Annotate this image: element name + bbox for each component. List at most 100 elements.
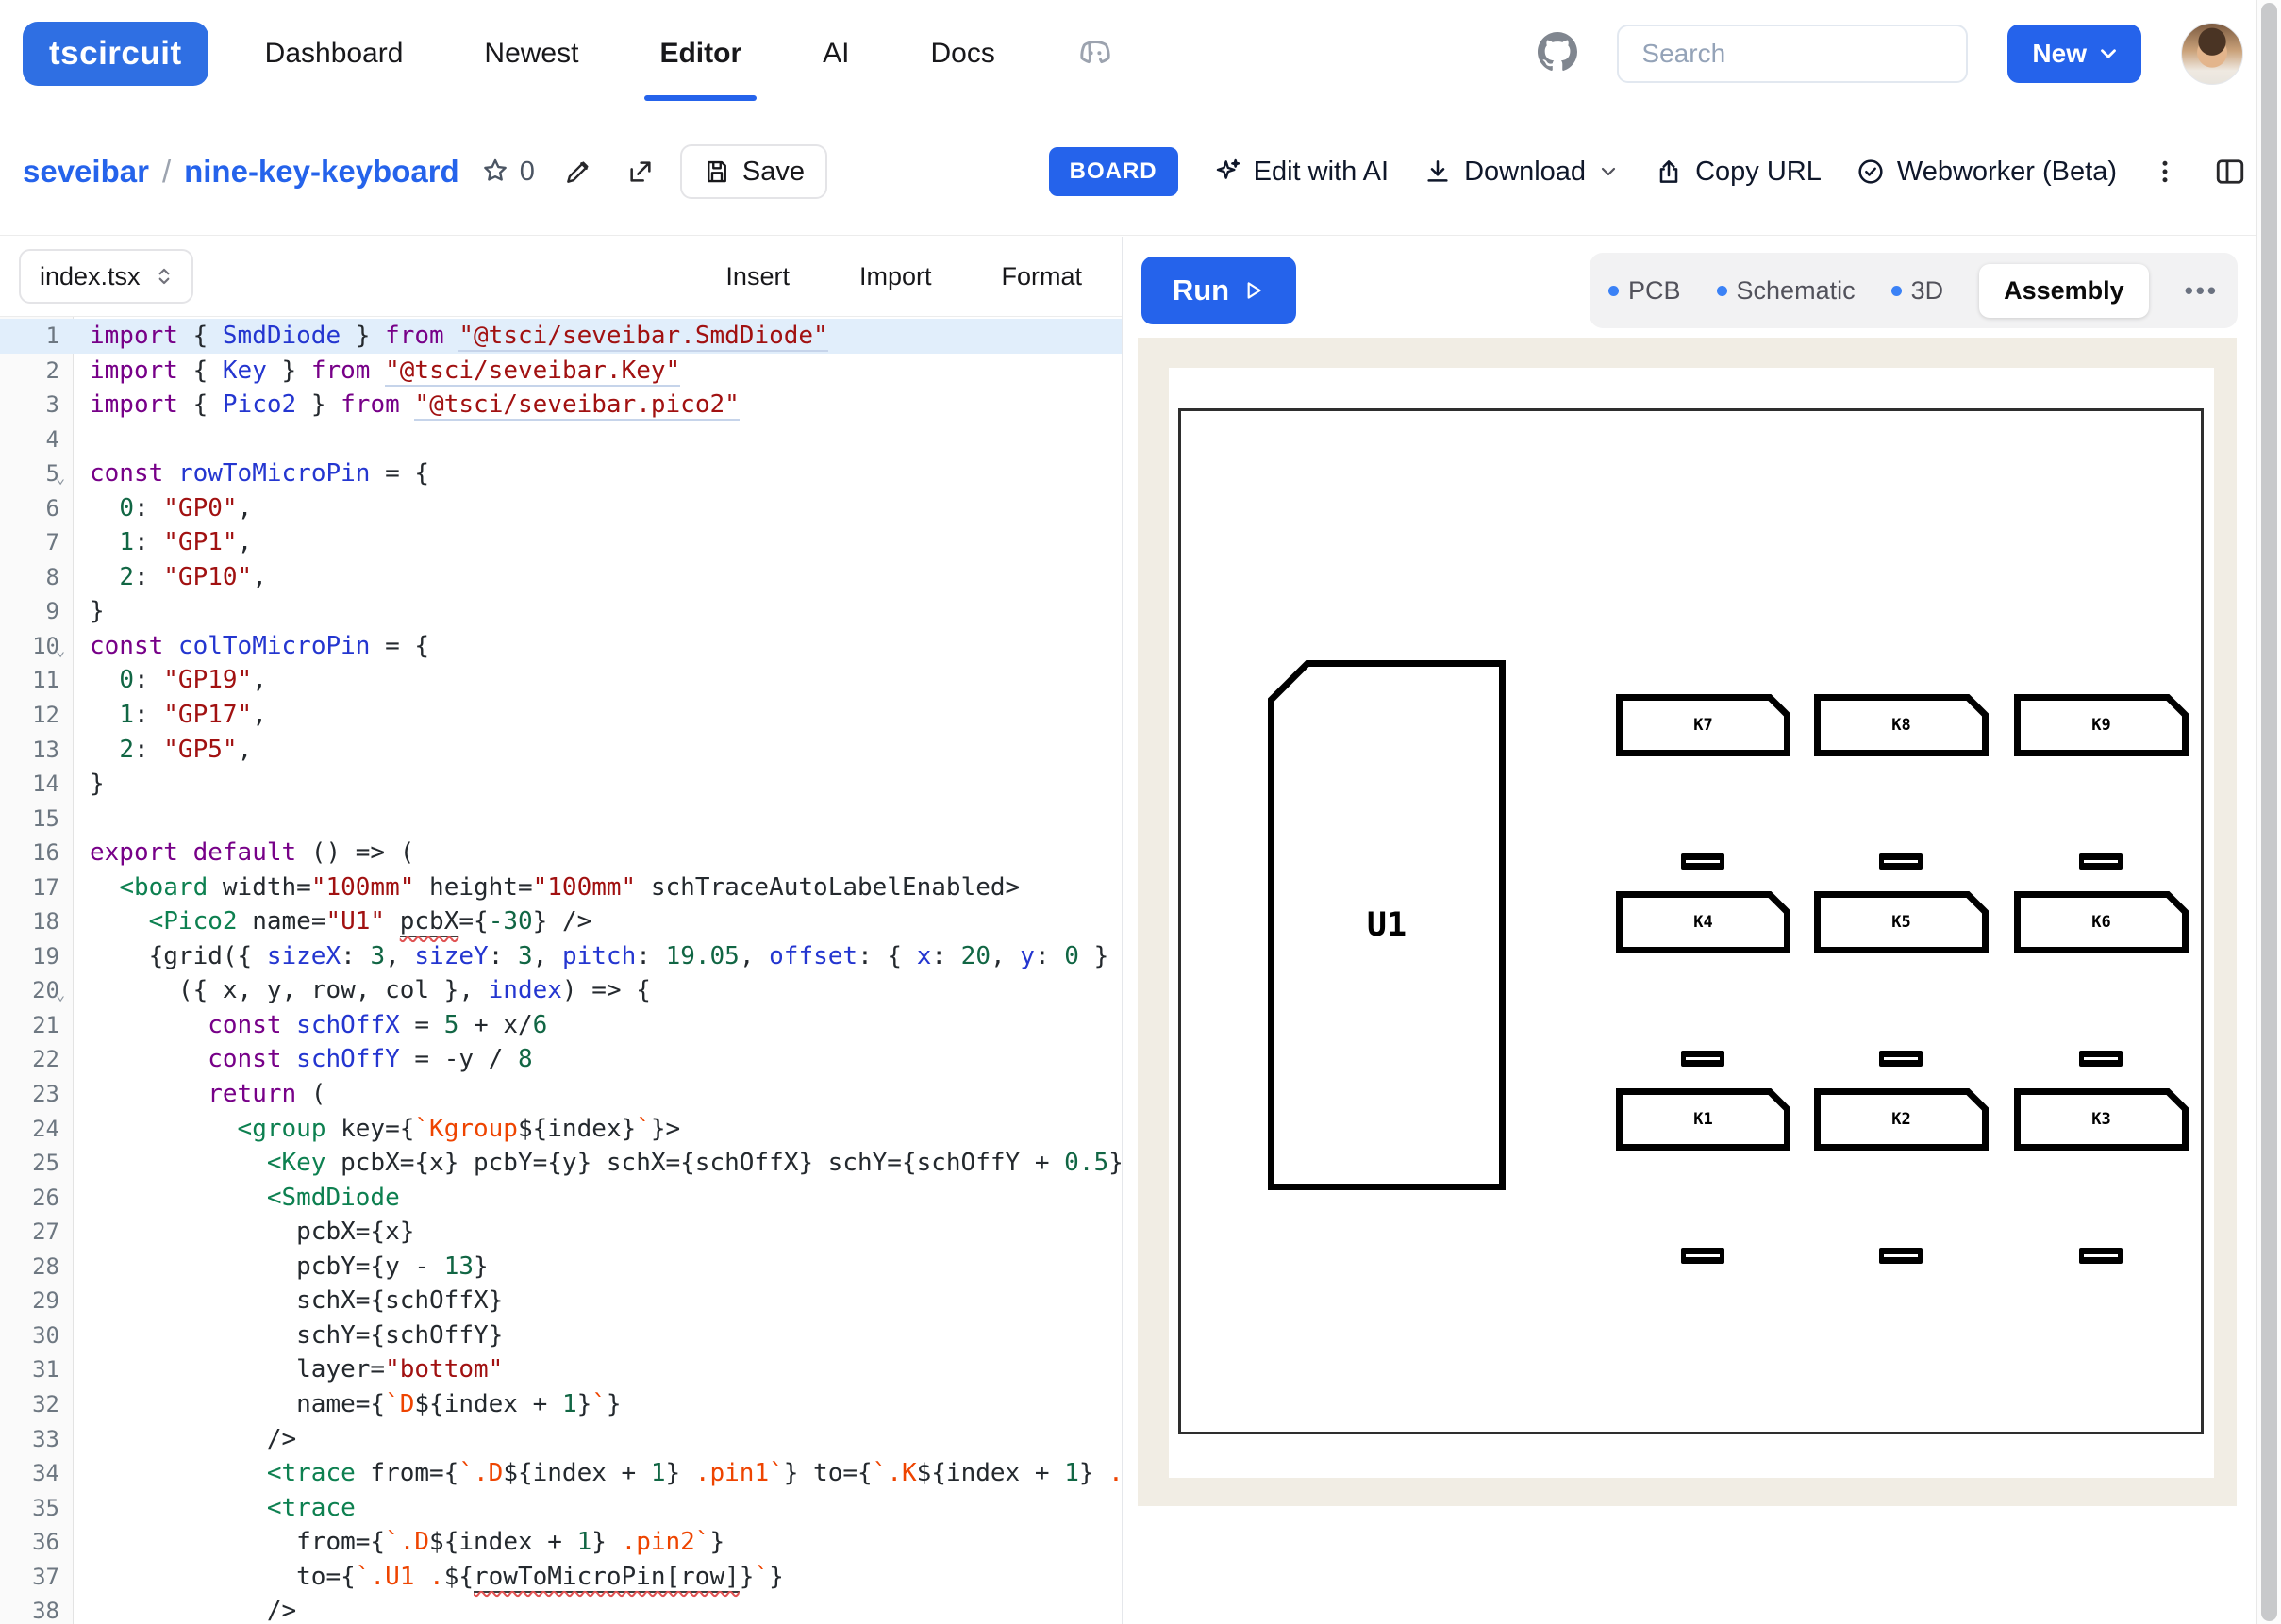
code-line[interactable]: 20⌄ ({ x, y, row, col }, index) => {	[0, 973, 1122, 1008]
code-line[interactable]: 10⌄const colToMicroPin = {	[0, 629, 1122, 664]
code-text: const rowToMicroPin = {	[74, 456, 429, 491]
nav-item-dashboard[interactable]: Dashboard	[265, 38, 404, 70]
code-line[interactable]: 36 from={`.D${index + 1} .pin2`}	[0, 1525, 1122, 1560]
assembly-diode	[1879, 1051, 1923, 1067]
tab-pcb[interactable]: PCB	[1608, 276, 1681, 306]
code-line[interactable]: 33 />	[0, 1422, 1122, 1457]
code-line[interactable]: 17 <board width="100mm" height="100mm" s…	[0, 870, 1122, 905]
breadcrumb-owner[interactable]: seveibar	[23, 154, 149, 190]
code-line[interactable]: 34 <trace from={`.D${index + 1} .pin1`} …	[0, 1456, 1122, 1491]
menu-format[interactable]: Format	[1001, 262, 1082, 291]
toggle-panel-button[interactable]	[2213, 155, 2247, 189]
code-line[interactable]: 16export default () => (	[0, 836, 1122, 870]
code-line[interactable]: 27 pcbX={x}	[0, 1215, 1122, 1250]
search-input[interactable]	[1617, 25, 1968, 83]
code-line[interactable]: 28 pcbY={y - 13}	[0, 1250, 1122, 1284]
assembly-key-K7: K7	[1616, 694, 1790, 756]
line-number: 9	[0, 594, 74, 629]
code-line[interactable]: 15	[0, 802, 1122, 837]
code-line[interactable]: 5⌄const rowToMicroPin = {	[0, 456, 1122, 491]
nav-item-ai[interactable]: AI	[823, 38, 849, 70]
star-counter[interactable]: 0	[480, 157, 535, 188]
code-line[interactable]: 19 {grid({ sizeX: 3, sizeY: 3, pitch: 19…	[0, 939, 1122, 974]
code-line[interactable]: 25 <Key pcbX={x} pcbY={y} schX={schOffX}…	[0, 1146, 1122, 1181]
tab-3d-label: 3D	[1911, 276, 1944, 306]
board-badge: BOARD	[1049, 147, 1178, 196]
tscircuit-logo[interactable]: tscircuit	[23, 22, 208, 86]
code-text: 0: "GP19",	[74, 663, 267, 698]
chevrons-up-down-icon	[152, 264, 176, 289]
code-line[interactable]: 11 0: "GP19",	[0, 663, 1122, 698]
share-up-icon	[1654, 157, 1684, 187]
code-line[interactable]: 24 <group key={`Kgroup${index}`}>	[0, 1112, 1122, 1147]
line-number: 7	[0, 525, 74, 560]
download-button[interactable]: Download	[1423, 157, 1620, 188]
webworker-toggle[interactable]: Webworker (Beta)	[1856, 157, 2117, 188]
line-number: 19	[0, 939, 74, 974]
code-editor[interactable]: 1import { SmdDiode } from "@tsci/seveiba…	[0, 317, 1122, 1624]
breadcrumb-project[interactable]: nine-key-keyboard	[184, 154, 459, 190]
code-line[interactable]: 18 <Pico2 name="U1" pcbX={-30} />	[0, 904, 1122, 939]
code-line[interactable]: 35 <trace	[0, 1491, 1122, 1526]
code-line[interactable]: 4	[0, 423, 1122, 457]
code-line[interactable]: 9}	[0, 594, 1122, 629]
nav-item-docs[interactable]: Docs	[931, 38, 995, 70]
tab-schematic[interactable]: Schematic	[1717, 276, 1856, 306]
avatar[interactable]	[2181, 23, 2243, 85]
line-number: 23	[0, 1077, 74, 1112]
nav-item-editor[interactable]: Editor	[659, 38, 741, 70]
save-button[interactable]: Save	[680, 144, 827, 199]
code-line[interactable]: 21 const schOffX = 5 + x/6	[0, 1008, 1122, 1043]
code-line[interactable]: 38 />	[0, 1594, 1122, 1624]
scrollbar-thumb[interactable]	[2261, 3, 2277, 1621]
code-line[interactable]: 30 schY={schOffY}	[0, 1318, 1122, 1353]
code-line[interactable]: 22 const schOffY = -y / 8	[0, 1042, 1122, 1077]
more-menu-button[interactable]	[2151, 157, 2179, 186]
line-number: 17	[0, 870, 74, 905]
run-button[interactable]: Run	[1141, 257, 1296, 324]
copy-url-button[interactable]: Copy URL	[1654, 157, 1822, 188]
code-line[interactable]: 8 2: "GP10",	[0, 560, 1122, 595]
rename-button[interactable]	[563, 157, 593, 187]
tab-pcb-label: PCB	[1628, 276, 1681, 306]
discord-icon[interactable]	[1074, 33, 1116, 75]
nav-item-newest[interactable]: Newest	[484, 38, 578, 70]
code-line[interactable]: 3import { Pico2 } from "@tsci/seveibar.p…	[0, 388, 1122, 423]
editor-toolbar: index.tsx Insert Import Format	[0, 237, 1122, 317]
share-button[interactable]	[625, 157, 656, 187]
line-number: 36	[0, 1525, 74, 1560]
assembly-key-K3: K3	[2014, 1088, 2189, 1151]
code-text: pcbY={y - 13}	[74, 1250, 489, 1284]
line-number: 24	[0, 1112, 74, 1147]
edit-with-ai-button[interactable]: Edit with AI	[1212, 157, 1389, 188]
tab-3d[interactable]: 3D	[1891, 276, 1944, 306]
code-line[interactable]: 32 name={`D${index + 1}`}	[0, 1387, 1122, 1422]
code-line[interactable]: 13 2: "GP5",	[0, 733, 1122, 768]
line-number: 30	[0, 1318, 74, 1353]
circle-check-icon	[1856, 157, 1886, 187]
code-line[interactable]: 26 <SmdDiode	[0, 1181, 1122, 1216]
new-button[interactable]: New	[2007, 25, 2141, 83]
assembly-diode	[1681, 1248, 1724, 1264]
menu-import[interactable]: Import	[859, 262, 932, 291]
code-text	[74, 802, 90, 837]
code-line[interactable]: 14}	[0, 767, 1122, 802]
tabs-overflow-icon[interactable]: •••	[2185, 276, 2219, 306]
code-line[interactable]: 2import { Key } from "@tsci/seveibar.Key…	[0, 354, 1122, 389]
preview-panel: Run PCB Schematic 3D Assembly •••	[1123, 237, 2281, 1624]
code-line[interactable]: 23 return (	[0, 1077, 1122, 1112]
code-line[interactable]: 7 1: "GP1",	[0, 525, 1122, 560]
assembly-key-K8: K8	[1814, 694, 1989, 756]
pencil-icon	[563, 157, 593, 187]
file-selector[interactable]: index.tsx	[19, 249, 193, 304]
assembly-canvas[interactable]: U1 K7K8K9K4K5K6K1K2K3	[1138, 338, 2237, 1506]
code-line[interactable]: 31 layer="bottom"	[0, 1352, 1122, 1387]
code-line[interactable]: 12 1: "GP17",	[0, 698, 1122, 733]
menu-insert[interactable]: Insert	[725, 262, 790, 291]
code-line[interactable]: 1import { SmdDiode } from "@tsci/seveiba…	[0, 319, 1122, 354]
tab-assembly[interactable]: Assembly	[1979, 264, 2149, 318]
code-line[interactable]: 29 schX={schOffX}	[0, 1284, 1122, 1318]
code-line[interactable]: 6 0: "GP0",	[0, 491, 1122, 526]
github-icon[interactable]	[1538, 32, 1577, 76]
code-line[interactable]: 37 to={`.U1 .${rowToMicroPin[row]}`}	[0, 1560, 1122, 1595]
